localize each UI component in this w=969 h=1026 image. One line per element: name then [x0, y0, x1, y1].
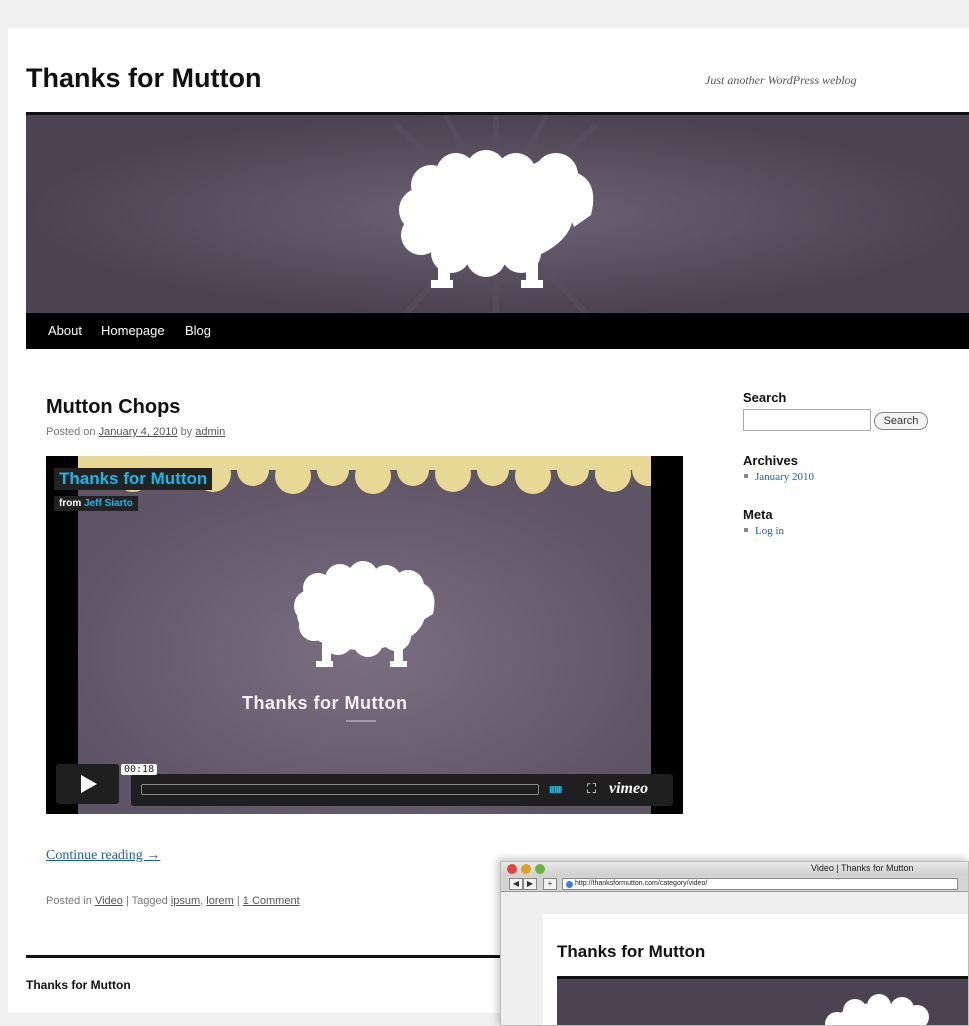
list-item: Log in [743, 525, 784, 537]
close-window-icon[interactable] [507, 864, 517, 874]
archives-widget-title: Archives [743, 453, 798, 468]
nav-item-about[interactable]: About [48, 323, 82, 338]
add-bookmark-button[interactable]: + [543, 878, 557, 890]
browser-header-banner [557, 979, 968, 1025]
video-player[interactable]: Thanks for Mutton from Jeff Siarto Thank… [46, 456, 683, 814]
tag-link[interactable]: lorem [206, 895, 234, 907]
search-widget-title: Search [743, 390, 787, 405]
comments-link[interactable]: 1 Comment [243, 895, 300, 907]
from-label: from [59, 498, 82, 509]
posted-on-label: Posted on [46, 426, 96, 438]
post-footer: Posted in Video | Tagged ipsum, lorem | … [46, 895, 300, 907]
post-author-link[interactable]: admin [195, 426, 225, 438]
archive-link[interactable]: January 2010 [755, 471, 814, 483]
address-bar[interactable]: http://thanksformutton.com/category/vide… [562, 878, 958, 890]
browser-site-title[interactable]: Thanks for Mutton [557, 942, 705, 962]
site-title[interactable]: Thanks for Mutton [26, 63, 261, 94]
minimize-window-icon[interactable] [521, 864, 531, 874]
comments-separator: | [236, 895, 240, 907]
search-input[interactable] [743, 409, 871, 431]
browser-page: Thanks for Mutton [543, 914, 968, 1025]
browser-toolbar: ◀ ▶ + http://thanksformutton.com/categor… [501, 876, 968, 892]
back-button[interactable]: ◀ [509, 878, 523, 890]
browser-window-title: Video | Thanks for Mutton [811, 863, 914, 873]
sheep-banner-illustration [26, 115, 969, 313]
tag-separator: , [200, 895, 204, 907]
volume-icon[interactable]: IIIIIII [549, 785, 562, 796]
video-illustration [78, 456, 651, 814]
list-item: January 2010 [743, 471, 814, 483]
fullscreen-icon[interactable]: ⛶ [587, 781, 596, 797]
video-caption: Thanks for Mutton [242, 693, 408, 713]
category-link[interactable]: Video [95, 895, 123, 907]
header-banner [26, 115, 969, 313]
play-button[interactable] [56, 764, 119, 804]
progress-bar[interactable] [141, 784, 539, 795]
video-controls: IIIIIII ⛶ vimeo [131, 774, 673, 806]
video-title-link[interactable]: Thanks for Mutton [54, 468, 213, 490]
sheep-icon [825, 994, 929, 1025]
vimeo-logo[interactable]: vimeo [609, 780, 648, 798]
browser-titlebar: Video | Thanks for Mutton [501, 862, 968, 876]
main-nav: About Homepage Blog [26, 313, 969, 349]
by-label: by [180, 426, 193, 438]
meta-list: Log in [743, 525, 784, 537]
post-date-link[interactable]: January 4, 2010 [99, 426, 178, 438]
login-link[interactable]: Log in [755, 525, 784, 537]
site-tagline: Just another WordPress weblog [705, 73, 857, 87]
video-frame [78, 456, 651, 814]
continue-reading-link[interactable]: Continue reading → [46, 848, 160, 864]
inset-browser-window: Video | Thanks for Mutton ◀ ▶ + http://t… [500, 861, 969, 1026]
nav-item-homepage[interactable]: Homepage [101, 323, 165, 338]
forward-button[interactable]: ▶ [523, 878, 537, 890]
sheep-banner-thumbnail [825, 994, 929, 1025]
posted-in-label: Posted in [46, 895, 92, 907]
tagged-label: | Tagged [125, 895, 168, 907]
video-byline: from Jeff Siarto [54, 496, 138, 511]
zoom-window-icon[interactable] [535, 864, 545, 874]
nav-item-blog[interactable]: Blog [185, 323, 211, 338]
video-author-link[interactable]: Jeff Siarto [84, 498, 133, 509]
timecode: 00:18 [121, 764, 158, 775]
tag-link[interactable]: ipsum [171, 895, 200, 907]
footer-site-title[interactable]: Thanks for Mutton [26, 978, 131, 992]
search-button[interactable]: Search [874, 412, 928, 430]
meta-widget-title: Meta [743, 507, 773, 522]
archives-list: January 2010 [743, 471, 814, 483]
post-title[interactable]: Mutton Chops [46, 396, 180, 419]
post-meta: Posted on January 4, 2010 by admin [46, 426, 225, 438]
